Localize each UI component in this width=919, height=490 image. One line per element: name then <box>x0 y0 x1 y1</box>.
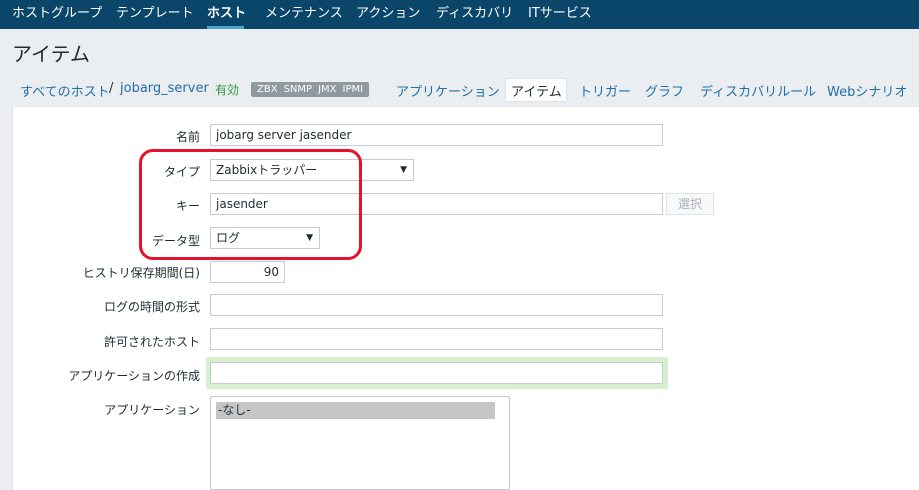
breadcrumb-host[interactable]: jobarg_server <box>120 81 209 96</box>
badge-jmx: JMX <box>318 84 337 95</box>
page-header: アイテム <box>0 29 919 74</box>
host-status[interactable]: 有効 <box>215 81 239 98</box>
badge-snmp: SNMP <box>283 84 313 95</box>
nav-maintenance[interactable]: メンテナンス <box>265 0 343 29</box>
badge-ipmi: IPMI <box>342 84 364 95</box>
tab-web-scenarios[interactable]: Webシナリオ <box>827 81 907 100</box>
new-application-input[interactable] <box>210 362 663 384</box>
availability-badges: ZBX SNMP JMX IPMI <box>251 82 370 97</box>
datatype-select-value: ログ <box>216 231 241 245</box>
breadcrumb: すべてのホスト / jobarg_server 有効 ZBX SNMP JMX IPM… <box>0 73 919 107</box>
nav-templates[interactable]: テンプレート <box>116 0 194 29</box>
logtime-label: ログの時間の形式 <box>103 300 200 314</box>
allowed-hosts-input[interactable] <box>210 328 663 350</box>
breadcrumb-all-hosts[interactable]: すべてのホスト <box>20 81 110 100</box>
name-input[interactable]: jobarg server jasender <box>210 124 663 146</box>
nav-host-groups[interactable]: ホストグループ <box>12 0 102 29</box>
new-application-label: アプリケーションの作成 <box>68 369 200 383</box>
name-label: 名前 <box>175 130 200 144</box>
applications-listbox[interactable]: -なし- <box>210 396 510 490</box>
chevron-down-icon: ▼ <box>306 233 313 243</box>
nav-discovery[interactable]: ディスカバリ <box>436 0 513 29</box>
history-input[interactable]: 90 <box>210 261 285 283</box>
tab-items[interactable]: アイテム <box>511 81 562 100</box>
tab-graphs[interactable]: グラフ <box>645 81 684 100</box>
applications-option-none[interactable]: -なし- <box>216 402 495 419</box>
top-navigation: ホストグループ テンプレート ホスト メンテナンス アクション ディスカバリ I… <box>0 0 919 29</box>
breadcrumb-separator: / <box>109 81 114 96</box>
datatype-select[interactable]: ログ ▼ <box>210 227 320 249</box>
nav-hosts[interactable]: ホスト <box>207 0 246 29</box>
page-title: アイテム <box>12 42 90 66</box>
tab-discovery-rules[interactable]: ディスカバリルール <box>700 81 816 100</box>
key-label: キー <box>175 199 200 213</box>
type-label: タイプ <box>163 165 200 179</box>
badge-zbx: ZBX <box>257 84 278 95</box>
tab-applications[interactable]: アプリケーション <box>396 81 500 100</box>
type-select[interactable]: Zabbixトラッパー ▼ <box>210 159 414 181</box>
datatype-label: データ型 <box>151 234 200 248</box>
history-label: ヒストリ保存期間(日) <box>82 266 200 280</box>
key-input[interactable]: jasender <box>210 193 663 215</box>
applications-label: アプリケーション <box>104 403 200 417</box>
nav-actions[interactable]: アクション <box>356 0 420 29</box>
chevron-down-icon: ▼ <box>400 165 407 175</box>
select-key-button[interactable]: 選択 <box>666 193 714 215</box>
type-select-value: Zabbixトラッパー <box>216 163 318 177</box>
nav-it-services[interactable]: ITサービス <box>528 0 592 29</box>
logtime-input[interactable] <box>210 294 663 316</box>
tab-triggers[interactable]: トリガー <box>579 81 631 100</box>
allowed-hosts-label: 許可されたホスト <box>103 335 200 349</box>
